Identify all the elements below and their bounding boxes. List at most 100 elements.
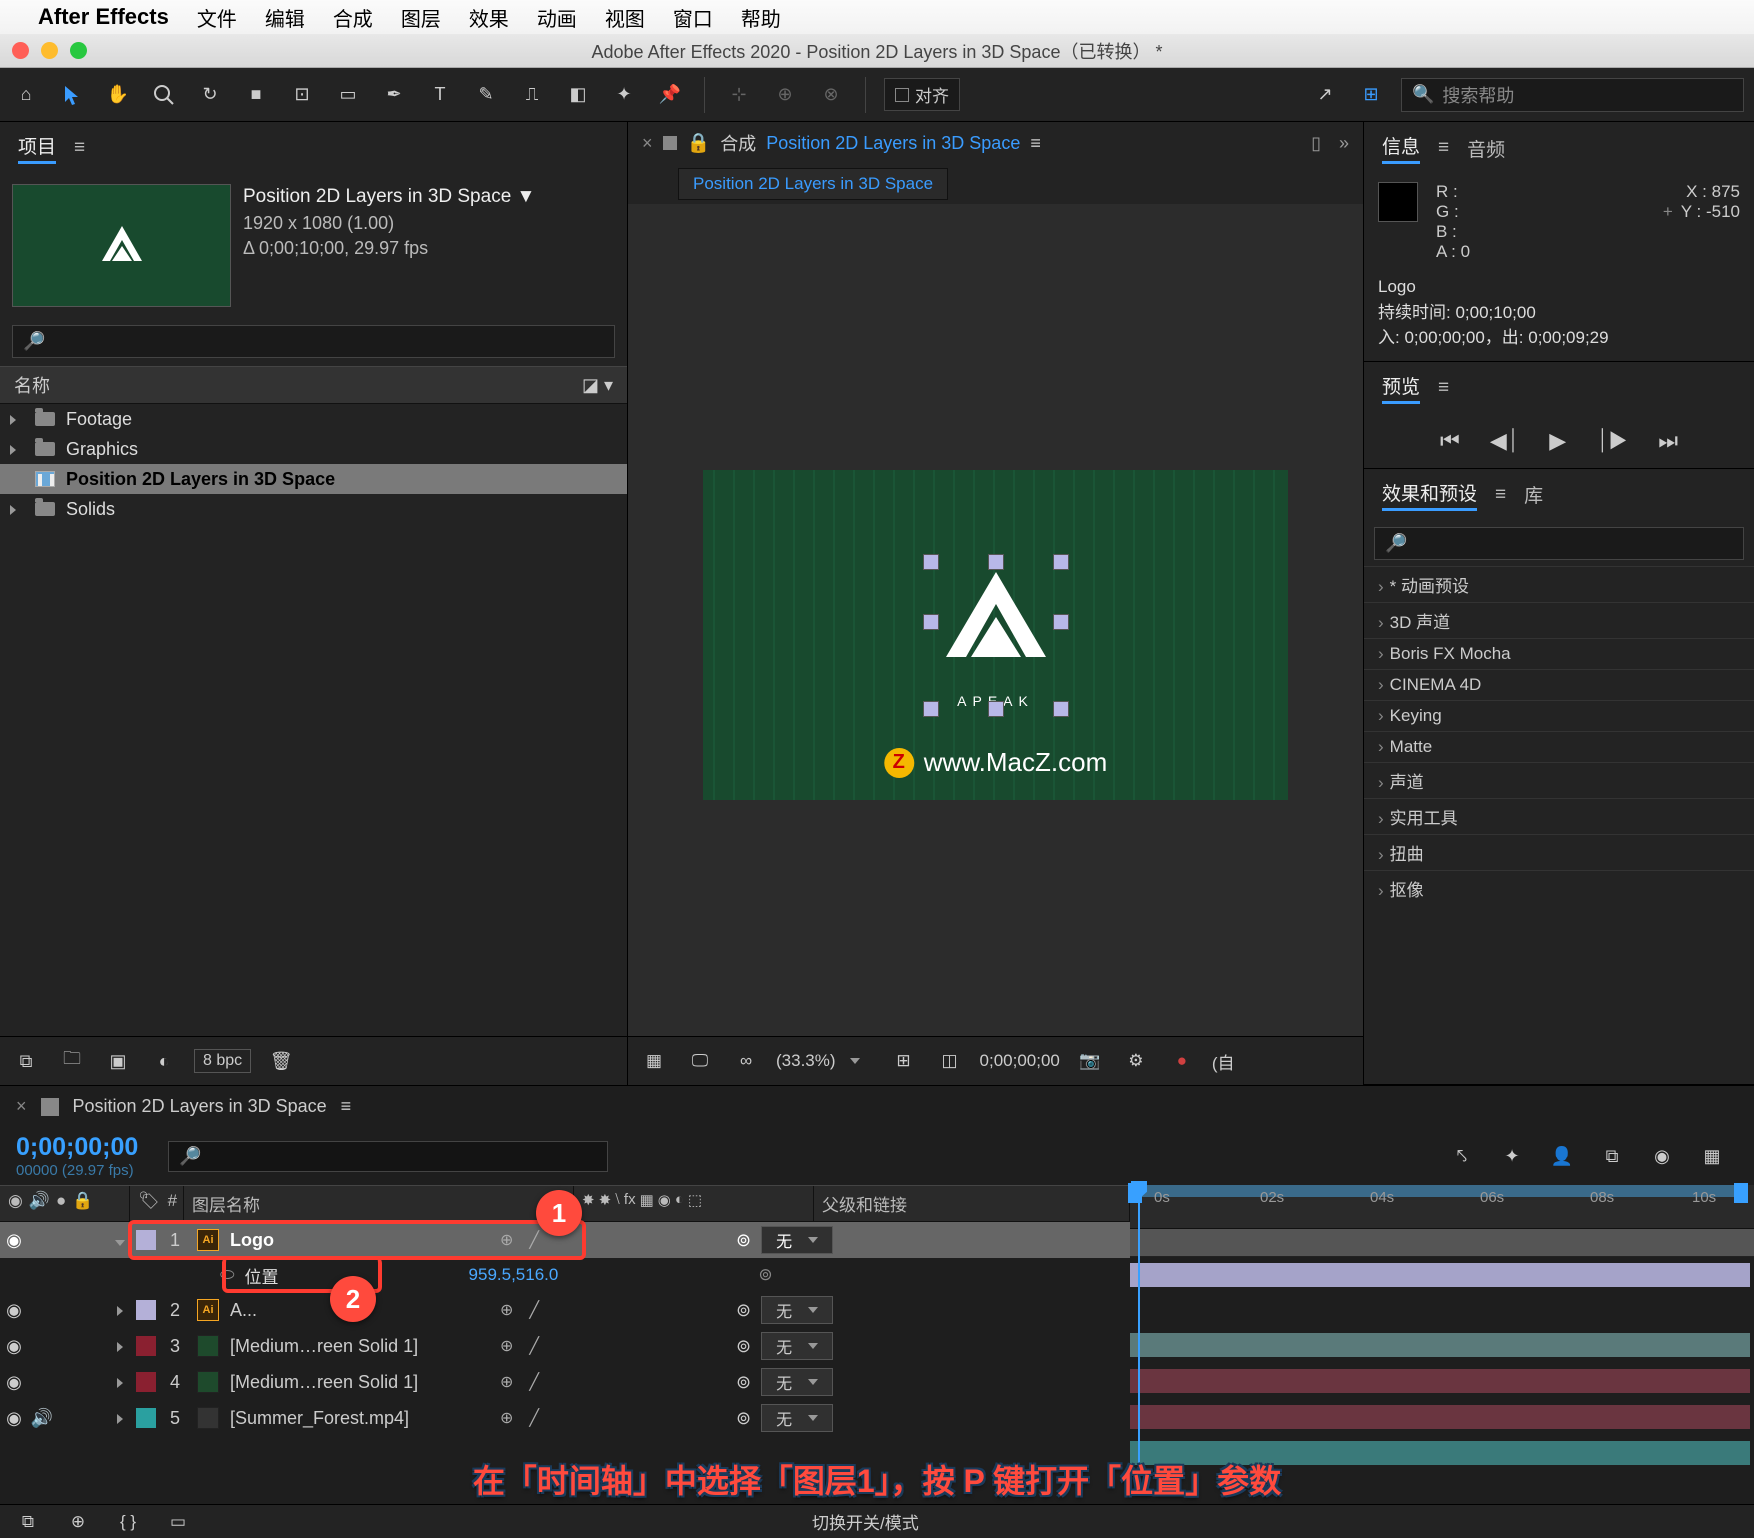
brush-tool-icon[interactable]: ✎: [470, 79, 502, 111]
hand-tool-icon[interactable]: ✋: [102, 79, 134, 111]
column-name[interactable]: 名称: [14, 372, 50, 398]
current-time-display[interactable]: 0;00;00;00: [16, 1133, 138, 1162]
brackets-icon[interactable]: { }: [112, 1506, 144, 1538]
bit-depth[interactable]: 8 bpc: [194, 1049, 251, 1073]
comp-title[interactable]: Position 2D Layers in 3D Space: [766, 133, 1020, 154]
panel-menu-icon[interactable]: ≡: [74, 137, 85, 159]
effect-category[interactable]: ›3D 声道: [1364, 602, 1754, 638]
selection-tool-icon[interactable]: [56, 79, 88, 111]
twirl-icon[interactable]: [108, 1230, 132, 1251]
home-icon[interactable]: ⌂: [10, 79, 42, 111]
parent-dropdown[interactable]: 无: [761, 1226, 833, 1254]
pickwhip-icon[interactable]: ⊚: [736, 1230, 751, 1251]
panel-menu-icon[interactable]: ≡: [1030, 133, 1041, 154]
panel-menu-icon[interactable]: ≡: [1495, 484, 1506, 506]
first-frame-icon[interactable]: ⏮: [1440, 428, 1460, 454]
flowchart-icon[interactable]: 🔒: [687, 131, 711, 155]
eraser-tool-icon[interactable]: ◧: [562, 79, 594, 111]
layer-name-column[interactable]: 图层名称: [184, 1186, 574, 1221]
menu-effect[interactable]: 效果: [469, 3, 509, 32]
effects-list[interactable]: ›* 动画预设 ›3D 声道 ›Boris FX Mocha ›CINEMA 4…: [1364, 566, 1754, 906]
panel-menu-icon[interactable]: ≡: [1438, 377, 1449, 399]
zoom-level[interactable]: (33.3%): [776, 1051, 836, 1071]
close-window-button[interactable]: [12, 42, 29, 59]
layer-row-5[interactable]: ◉🔊 5 [Summer_Forest.mp4] ⊕╱ ⊚无: [0, 1400, 1130, 1436]
logo-layer[interactable]: APEAK: [931, 562, 1061, 709]
zoom-tool-icon[interactable]: [148, 79, 180, 111]
parent-dropdown[interactable]: 无: [761, 1404, 833, 1432]
pickwhip-icon[interactable]: ⊚: [758, 1265, 772, 1285]
effect-category[interactable]: ›Boris FX Mocha: [1364, 638, 1754, 669]
snapshot-icon[interactable]: 📷: [1074, 1045, 1106, 1077]
folder-solids[interactable]: Solids: [0, 494, 627, 524]
frame-icon[interactable]: ▭: [162, 1506, 194, 1538]
pickwhip-icon[interactable]: ⊚: [736, 1300, 751, 1321]
eye-column-icon[interactable]: ◉: [8, 1191, 23, 1216]
pen-tool-icon[interactable]: ✒: [378, 79, 410, 111]
position-property-row[interactable]: ⬭ 位置 959.5,516.0 ⊚: [0, 1258, 1130, 1292]
new-folder-icon[interactable]: 🗀: [56, 1045, 88, 1077]
effects-tab[interactable]: 效果和预设: [1378, 477, 1481, 513]
parent-dropdown[interactable]: 无: [761, 1296, 833, 1324]
menu-composition[interactable]: 合成: [333, 3, 373, 32]
layer-row-4[interactable]: ◉ 4 [Medium…reen Solid 1] ⊕╱ ⊚无: [0, 1364, 1130, 1400]
effects-search-input[interactable]: 🔎: [1374, 527, 1744, 560]
pickwhip-icon[interactable]: ⊚: [736, 1408, 751, 1429]
folder-graphics[interactable]: Graphics: [0, 434, 627, 464]
zoom-in-icon[interactable]: ⊕: [62, 1506, 94, 1538]
expand-icon[interactable]: ↗: [1309, 79, 1341, 111]
project-item-list[interactable]: Footage Graphics Position 2D Layers in 3…: [0, 404, 627, 1036]
menu-help[interactable]: 帮助: [741, 3, 781, 32]
macos-menubar[interactable]: After Effects 文件 编辑 合成 图层 效果 动画 视图 窗口 帮助: [0, 0, 1754, 34]
motion-blur-icon[interactable]: ◉: [1646, 1140, 1678, 1172]
crop-icon[interactable]: ◫: [934, 1045, 966, 1077]
visibility-toggle[interactable]: ◉: [0, 1230, 28, 1251]
timeline-search-input[interactable]: 🔎: [168, 1141, 608, 1172]
menu-edit[interactable]: 编辑: [265, 3, 305, 32]
world-axis-icon[interactable]: ⊕: [769, 79, 801, 111]
layer-tab-icon[interactable]: ▯: [1311, 133, 1321, 154]
camera-tool-icon[interactable]: ■: [240, 79, 272, 111]
audio-toggle[interactable]: 🔊: [28, 1408, 56, 1429]
menu-view[interactable]: 视图: [605, 3, 645, 32]
current-time[interactable]: 0;00;00;00: [980, 1051, 1060, 1071]
pickwhip-icon[interactable]: ⊚: [736, 1336, 751, 1357]
interpret-footage-icon[interactable]: ⧉: [10, 1045, 42, 1077]
effect-category[interactable]: ›Matte: [1364, 731, 1754, 762]
visibility-toggle[interactable]: ◉: [0, 1300, 28, 1321]
toggle-switches-icon[interactable]: ⧉: [12, 1506, 44, 1538]
menu-file[interactable]: 文件: [197, 3, 237, 32]
preview-tab[interactable]: 预览: [1378, 370, 1424, 406]
app-name[interactable]: After Effects: [38, 4, 169, 30]
audio-tab[interactable]: 音频: [1463, 133, 1509, 164]
panel-menu-icon[interactable]: ≡: [341, 1096, 352, 1117]
parent-dropdown[interactable]: 无: [761, 1332, 833, 1360]
layer-row-2[interactable]: ◉ 2 Ai A... ⊕╱ ⊚无: [0, 1292, 1130, 1328]
effect-category[interactable]: ›扭曲: [1364, 834, 1754, 870]
trash-icon[interactable]: 🗑: [265, 1045, 297, 1077]
project-search-input[interactable]: 🔎: [12, 325, 615, 358]
layer-bar[interactable]: [1130, 1263, 1750, 1287]
channel-icon[interactable]: ⚙: [1120, 1045, 1152, 1077]
pickwhip-icon[interactable]: ⊚: [736, 1372, 751, 1393]
rectangle-tool-icon[interactable]: ▭: [332, 79, 364, 111]
view-axis-icon[interactable]: ⊗: [815, 79, 847, 111]
folder-footage[interactable]: Footage: [0, 404, 627, 434]
region-icon[interactable]: ∞: [730, 1045, 762, 1077]
timeline-tracks[interactable]: 0s 02s 04s 06s 08s 10s: [1130, 1185, 1754, 1471]
next-frame-icon[interactable]: ⏐▶: [1596, 428, 1628, 454]
info-tab[interactable]: 信息: [1378, 130, 1424, 166]
shy-icon[interactable]: 👤: [1546, 1140, 1578, 1172]
effect-category[interactable]: ›实用工具: [1364, 798, 1754, 834]
workspace-icon[interactable]: ⊞: [1355, 79, 1387, 111]
prev-frame-icon[interactable]: ◀⏐: [1490, 428, 1519, 454]
adjustment-icon[interactable]: ◐: [148, 1045, 180, 1077]
comp-item[interactable]: Position 2D Layers in 3D Space: [0, 464, 627, 494]
column-type-icon[interactable]: ◪ ▾: [582, 375, 613, 396]
resolution-icon[interactable]: ⊞: [888, 1045, 920, 1077]
grid-icon[interactable]: ▦: [638, 1045, 670, 1077]
composition-viewer[interactable]: APEAK Zwww.MacZ.com: [703, 470, 1288, 800]
puppet-tool-icon[interactable]: 📌: [654, 79, 686, 111]
parent-dropdown[interactable]: 无: [761, 1368, 833, 1396]
graph-editor-icon[interactable]: ▦: [1696, 1140, 1728, 1172]
